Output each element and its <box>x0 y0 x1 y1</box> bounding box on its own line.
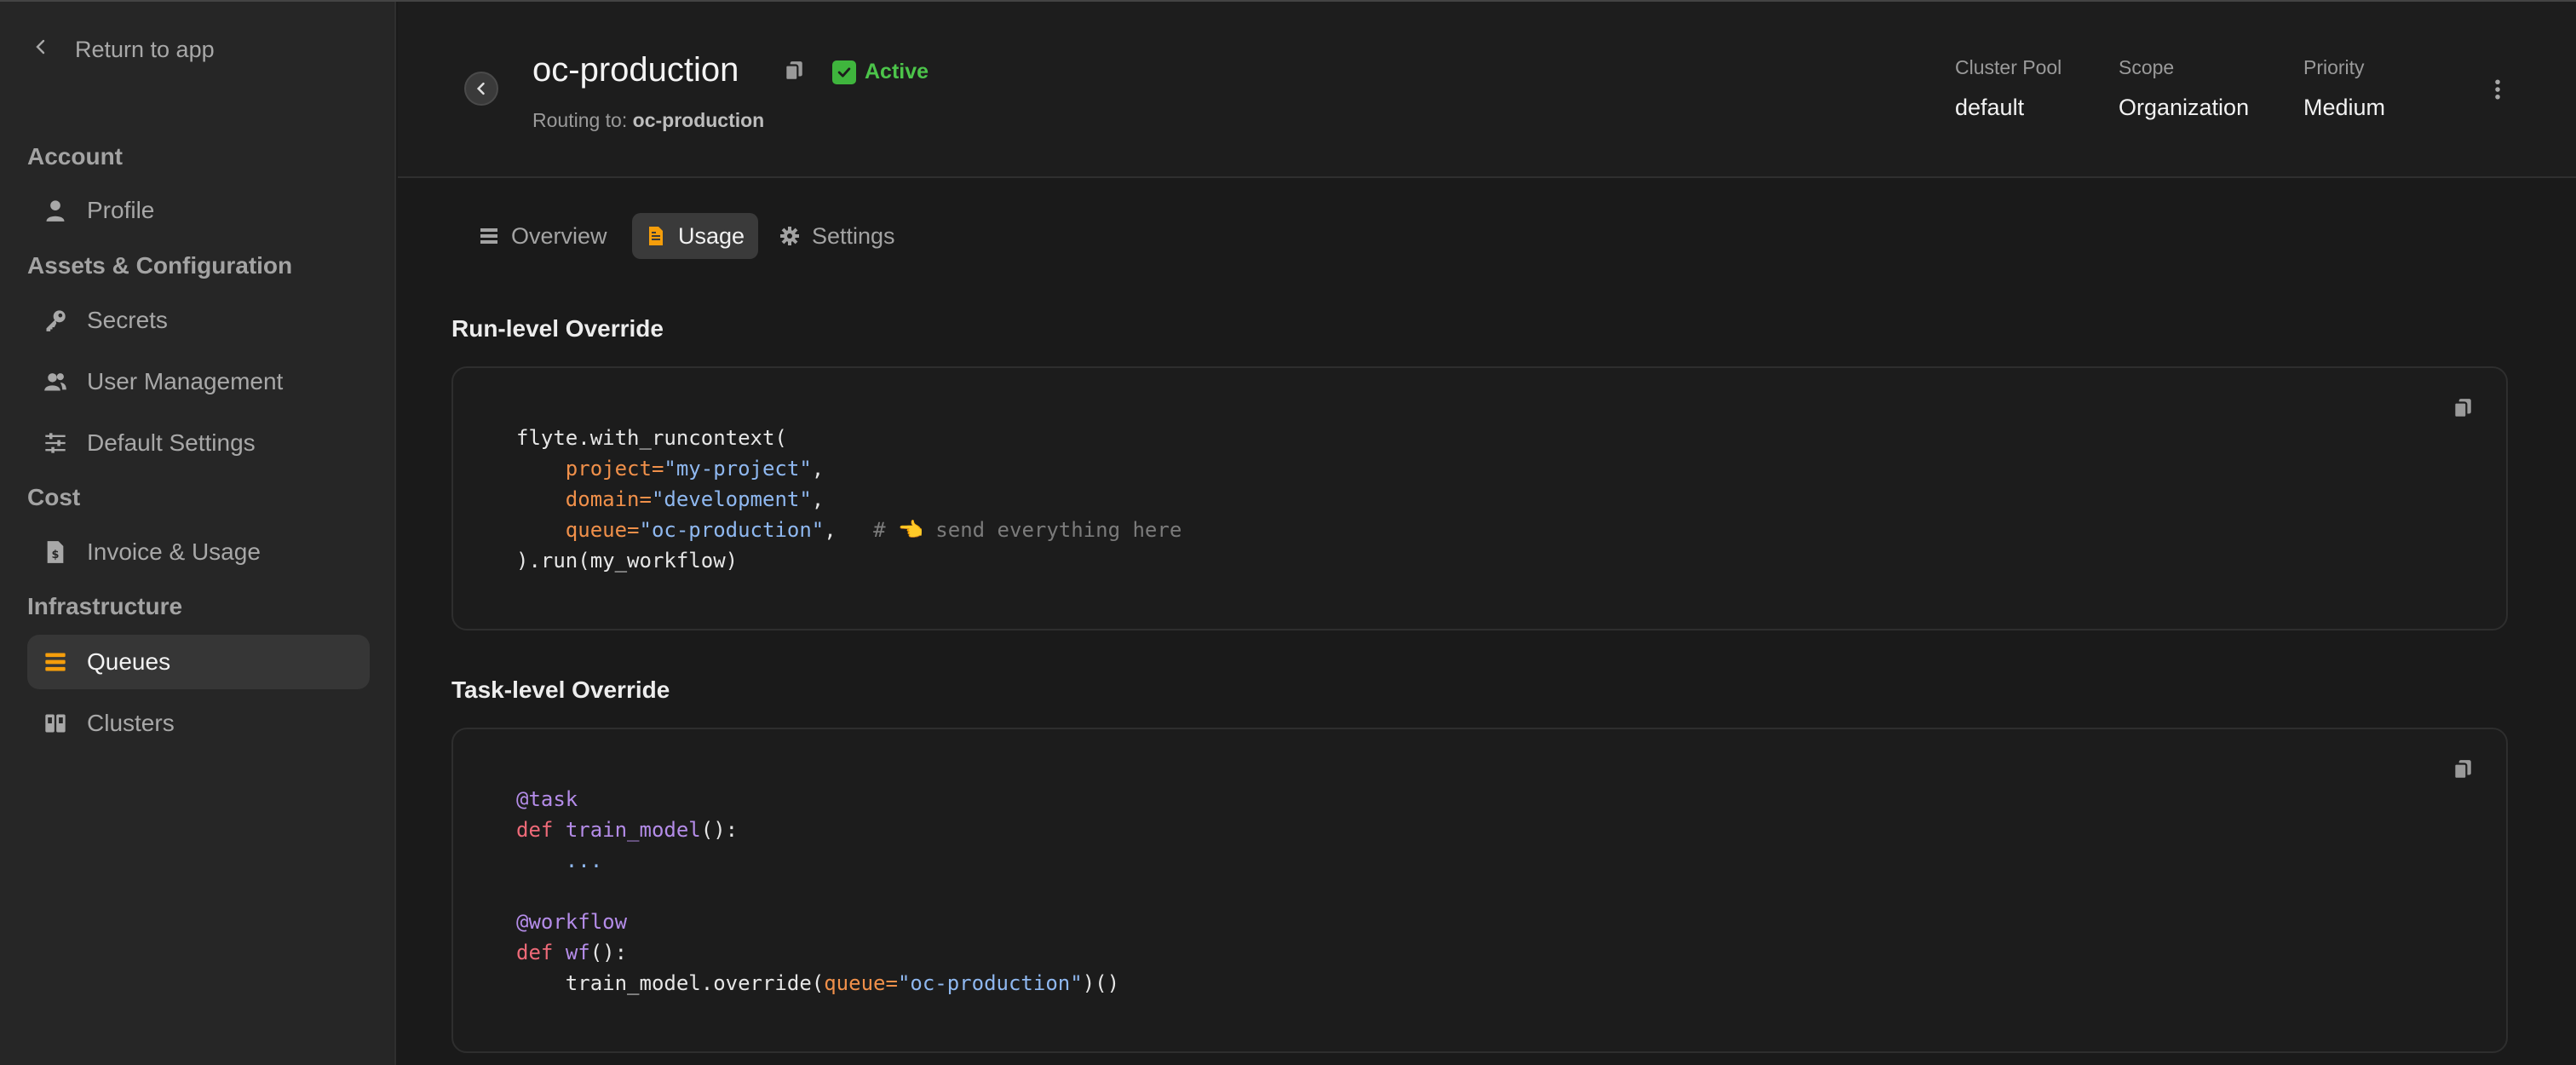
meta-label: Cluster Pool <box>1955 56 2062 78</box>
chevron-left-icon <box>476 82 485 95</box>
sidebar-item-queues[interactable]: Queues <box>27 635 370 689</box>
copy-icon[interactable] <box>783 60 805 82</box>
section-title-infrastructure: Infrastructure <box>27 593 183 619</box>
tab-label: Settings <box>812 222 895 249</box>
tab-label: Usage <box>678 222 745 249</box>
routing-info: Routing to: oc-production <box>532 109 764 132</box>
meta-value: Organization <box>2119 95 2250 120</box>
list-icon <box>480 228 497 244</box>
task-level-code: @task def train_model(): ... @workflow d… <box>516 787 1120 995</box>
svg-text:$: $ <box>52 549 60 561</box>
section-title-account: Account <box>27 143 123 170</box>
meta-priority: Priority Medium <box>2303 56 2385 121</box>
sidebar-item-label: Clusters <box>87 710 175 736</box>
return-to-app-link[interactable]: Return to app <box>31 32 215 66</box>
meta-scope: Scope Organization <box>2119 56 2249 121</box>
routing-label: Routing to: <box>532 109 628 131</box>
tab-label: Overview <box>511 222 607 249</box>
page-title: oc-production <box>532 51 739 89</box>
meta-label: Scope <box>2119 56 2175 78</box>
queue-header: oc-production Active Routing to: oc-prod… <box>398 2 2576 178</box>
meta-value: default <box>1955 95 2025 120</box>
meta-value: Medium <box>2303 95 2386 120</box>
chevron-left-icon <box>31 37 51 63</box>
status-label: Active <box>865 60 929 83</box>
meta-cluster-pool: Cluster Pool default <box>1955 56 2061 121</box>
section-title-assets: Assets & Configuration <box>27 252 293 279</box>
sidebar-item-label: Invoice & Usage <box>87 538 261 565</box>
run-level-code-block: flyte.with_runcontext( project="my-proje… <box>451 366 2508 630</box>
invoice-icon: $ <box>43 539 68 565</box>
sidebar-item-profile[interactable]: Profile <box>27 183 370 238</box>
sidebar-item-user-management[interactable]: User Management <box>27 354 370 409</box>
sidebar-item-label: Profile <box>87 197 155 223</box>
users-icon <box>43 369 68 394</box>
sidebar: Return to app Account Profile Assets & C… <box>0 2 396 1065</box>
sliders-icon <box>43 430 68 456</box>
sidebar-item-secrets[interactable]: Secrets <box>27 293 370 348</box>
routing-value: oc-production <box>632 109 765 131</box>
sidebar-item-default-settings[interactable]: Default Settings <box>27 416 370 470</box>
tab-overview[interactable]: Overview <box>465 213 621 259</box>
sidebar-item-label: User Management <box>87 368 284 394</box>
task-level-override-title: Task-level Override <box>451 676 670 703</box>
run-level-override-title: Run-level Override <box>451 315 664 342</box>
return-to-app-label: Return to app <box>75 36 215 62</box>
copy-icon[interactable] <box>2452 758 2474 780</box>
task-level-code-block: @task def train_model(): ... @workflow d… <box>451 728 2508 1053</box>
back-button[interactable] <box>464 72 498 106</box>
queues-icon <box>43 649 68 675</box>
more-options-icon[interactable] <box>2485 77 2510 102</box>
sidebar-item-label: Queues <box>87 648 171 675</box>
copy-icon[interactable] <box>2452 397 2474 419</box>
user-icon <box>43 198 68 223</box>
sidebar-item-clusters[interactable]: Clusters <box>27 696 370 751</box>
section-title-cost: Cost <box>27 484 81 510</box>
gear-icon <box>780 227 799 245</box>
status-badge: Active <box>832 60 929 84</box>
key-icon <box>43 308 68 333</box>
checkmark-icon <box>832 60 856 84</box>
clusters-icon <box>43 711 68 736</box>
run-level-code: flyte.with_runcontext( project="my-proje… <box>516 426 1182 573</box>
sidebar-item-label: Default Settings <box>87 429 256 456</box>
document-icon <box>649 227 663 245</box>
tab-settings[interactable]: Settings <box>766 213 909 259</box>
sidebar-item-label: Secrets <box>87 307 168 333</box>
meta-label: Priority <box>2303 56 2365 78</box>
tab-usage[interactable]: Usage <box>632 213 759 259</box>
sidebar-item-invoice-usage[interactable]: $ Invoice & Usage <box>27 525 370 579</box>
